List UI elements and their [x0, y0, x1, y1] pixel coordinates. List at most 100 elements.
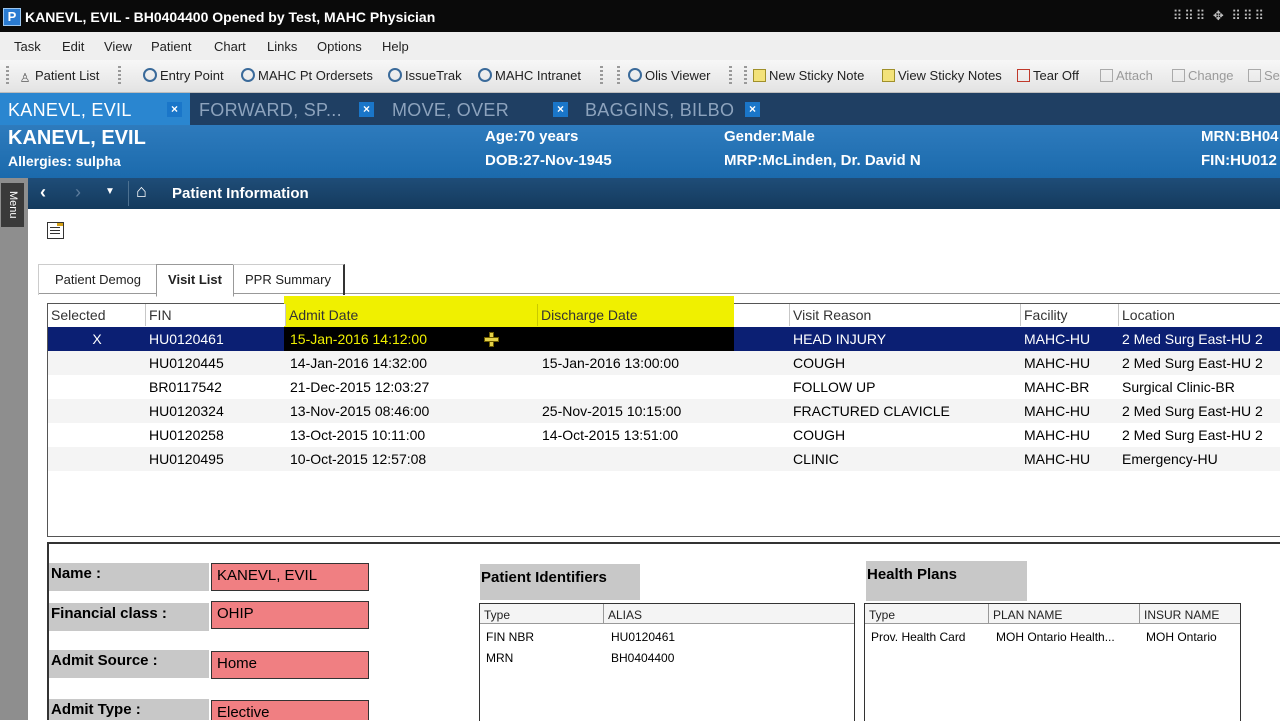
- mahc-intranet-button[interactable]: MAHC Intranet: [478, 68, 581, 83]
- close-icon[interactable]: ×: [167, 102, 182, 117]
- cell-fin: HU0120324: [149, 403, 224, 419]
- col-insur-name[interactable]: INSUR NAME: [1140, 604, 1240, 624]
- search-icon: [241, 68, 255, 82]
- menu-options[interactable]: Options: [317, 39, 362, 54]
- cell-location: 2 Med Surg East-HU 2: [1122, 331, 1263, 347]
- olis-viewer-button[interactable]: Olis Viewer: [628, 68, 711, 83]
- cell-fin: BR0117542: [149, 379, 222, 395]
- cell-location: 2 Med Surg East-HU 2: [1122, 355, 1263, 371]
- chevron-down-icon[interactable]: ▼: [105, 186, 115, 197]
- menu-links[interactable]: Links: [267, 39, 297, 54]
- col-plan-name[interactable]: PLAN NAME: [989, 604, 1140, 624]
- admit-type-field[interactable]: Elective: [211, 700, 369, 720]
- plan-name: MOH Ontario Health...: [996, 630, 1115, 644]
- patient-tab-move[interactable]: MOVE, OVER ×: [384, 93, 576, 125]
- menu-chart[interactable]: Chart: [214, 39, 246, 54]
- col-discharge-date[interactable]: Discharge Date: [538, 304, 734, 326]
- new-sticky-note-button[interactable]: New Sticky Note: [753, 68, 864, 83]
- mahc-pt-ordersets-button[interactable]: MAHC Pt Ordersets: [241, 68, 373, 83]
- health-plans-title: Health Plans: [866, 561, 1027, 601]
- back-arrow-icon[interactable]: ‹: [40, 182, 46, 203]
- menu-help[interactable]: Help: [382, 39, 409, 54]
- patient-tab-label: FORWARD, SP...: [199, 100, 342, 120]
- cell-fin: HU0120495: [149, 451, 224, 467]
- sticky-note-icon: [753, 69, 766, 82]
- app-icon: P: [3, 8, 21, 26]
- change-button[interactable]: Change: [1172, 68, 1234, 83]
- patient-tab-forward[interactable]: FORWARD, SP... ×: [191, 93, 382, 125]
- health-plans-table: Type PLAN NAME INSUR NAME Prov. Health C…: [864, 603, 1241, 721]
- banner-gender: Gender:Male: [724, 128, 815, 145]
- toolbar-grip[interactable]: [118, 66, 121, 86]
- cell-facility: MAHC-BR: [1024, 379, 1090, 395]
- cell-facility: MAHC-HU: [1024, 331, 1091, 347]
- forward-arrow-icon[interactable]: ›: [75, 182, 81, 203]
- cell-admit-date: 21-Dec-2015 12:03:27: [290, 379, 430, 395]
- table-row[interactable]: X HU0120461 15-Jan-2016 14:12:00 HEAD IN…: [48, 327, 1280, 351]
- toolbar-grip[interactable]: [617, 66, 620, 86]
- table-row[interactable]: HU0120445 14-Jan-2016 14:32:00 15-Jan-20…: [48, 351, 1280, 375]
- tab-ppr-summary[interactable]: PPR Summary: [233, 264, 345, 295]
- cell-fin: HU0120461: [149, 331, 224, 347]
- col-facility[interactable]: Facility: [1021, 304, 1119, 326]
- menu-edit[interactable]: Edit: [62, 39, 84, 54]
- cell-location: Emergency-HU: [1122, 451, 1218, 467]
- view-sticky-notes-button[interactable]: View Sticky Notes: [882, 68, 1002, 83]
- tab-visit-list[interactable]: Visit List: [156, 264, 234, 297]
- admit-type-label: Admit Type :: [49, 699, 209, 720]
- attach-button[interactable]: Attach: [1100, 68, 1153, 83]
- overflow-button[interactable]: Se: [1248, 68, 1280, 83]
- change-icon: [1172, 69, 1185, 82]
- menu-toggle[interactable]: Menu: [1, 183, 24, 227]
- col-type[interactable]: Type: [865, 604, 989, 624]
- patient-identifiers-title: Patient Identifiers: [480, 564, 640, 600]
- home-icon[interactable]: ⌂: [136, 181, 147, 202]
- edit-form-icon[interactable]: [47, 222, 64, 239]
- close-icon[interactable]: ×: [359, 102, 374, 117]
- window-controls[interactable]: ⠿⠿⠿ ✥ ⠿⠿⠿: [1173, 8, 1266, 24]
- col-type[interactable]: Type: [480, 604, 604, 624]
- cell-selected: [48, 399, 146, 423]
- entry-point-button[interactable]: Entry Point: [143, 68, 224, 83]
- issuetrak-button[interactable]: IssueTrak: [388, 68, 462, 83]
- search-icon: [628, 68, 642, 82]
- tab-patient-demog[interactable]: Patient Demog: [38, 264, 157, 295]
- menu-patient[interactable]: Patient: [151, 39, 191, 54]
- patient-tab-kanevl[interactable]: KANEVL, EVIL ×: [0, 93, 190, 125]
- toolbar-grip[interactable]: [729, 66, 732, 86]
- search-icon: [143, 68, 157, 82]
- col-selected[interactable]: Selected: [48, 304, 146, 326]
- menu-task[interactable]: Task: [14, 39, 41, 54]
- col-admit-date[interactable]: Admit Date: [286, 304, 538, 326]
- page-title: Patient Information: [172, 185, 309, 202]
- close-icon[interactable]: ×: [745, 102, 760, 117]
- table-row[interactable]: BR0117542 21-Dec-2015 12:03:27 FOLLOW UP…: [48, 375, 1280, 399]
- search-icon: [388, 68, 402, 82]
- cell-selected: X: [92, 331, 102, 347]
- toolbar-grip[interactable]: [600, 66, 603, 86]
- cell-admit-date: 10-Oct-2015 12:57:08: [290, 451, 427, 467]
- cell-visit-reason: COUGH: [793, 355, 846, 371]
- menu-view[interactable]: View: [104, 39, 132, 54]
- col-location[interactable]: Location: [1119, 304, 1280, 326]
- admit-source-field[interactable]: Home: [211, 651, 369, 679]
- toolbar-grip[interactable]: [744, 66, 747, 86]
- toolbar-grip[interactable]: [6, 66, 9, 86]
- patient-list-button[interactable]: ♙ Patient List: [18, 68, 100, 85]
- col-fin[interactable]: FIN: [146, 304, 286, 326]
- col-alias[interactable]: ALIAS: [604, 604, 854, 624]
- table-row[interactable]: HU0120324 13-Nov-2015 08:46:00 25-Nov-20…: [48, 399, 1280, 423]
- table-row[interactable]: HU0120495 10-Oct-2015 12:57:08 CLINIC MA…: [48, 447, 1280, 471]
- patient-tab-baggins[interactable]: BAGGINS, BILBO ×: [577, 93, 769, 125]
- patient-banner: KANEVL, EVIL Allergies: sulpha Age:70 ye…: [0, 125, 1280, 178]
- patient-tab-strip: KANEVL, EVIL × FORWARD, SP... × MOVE, OV…: [0, 93, 1280, 125]
- patient-tab-label: BAGGINS, BILBO: [585, 100, 735, 120]
- close-icon[interactable]: ×: [553, 102, 568, 117]
- tear-off-button[interactable]: Tear Off: [1017, 68, 1079, 83]
- col-visit-reason[interactable]: Visit Reason: [789, 304, 1021, 326]
- table-row[interactable]: HU0120258 13-Oct-2015 10:11:00 14-Oct-20…: [48, 423, 1280, 447]
- financial-class-field[interactable]: OHIP: [211, 601, 369, 629]
- cell-admit-date: 13-Oct-2015 10:11:00: [290, 427, 426, 443]
- cell-admit-date: 13-Nov-2015 08:46:00: [290, 403, 430, 419]
- name-field[interactable]: KANEVL, EVIL: [211, 563, 369, 591]
